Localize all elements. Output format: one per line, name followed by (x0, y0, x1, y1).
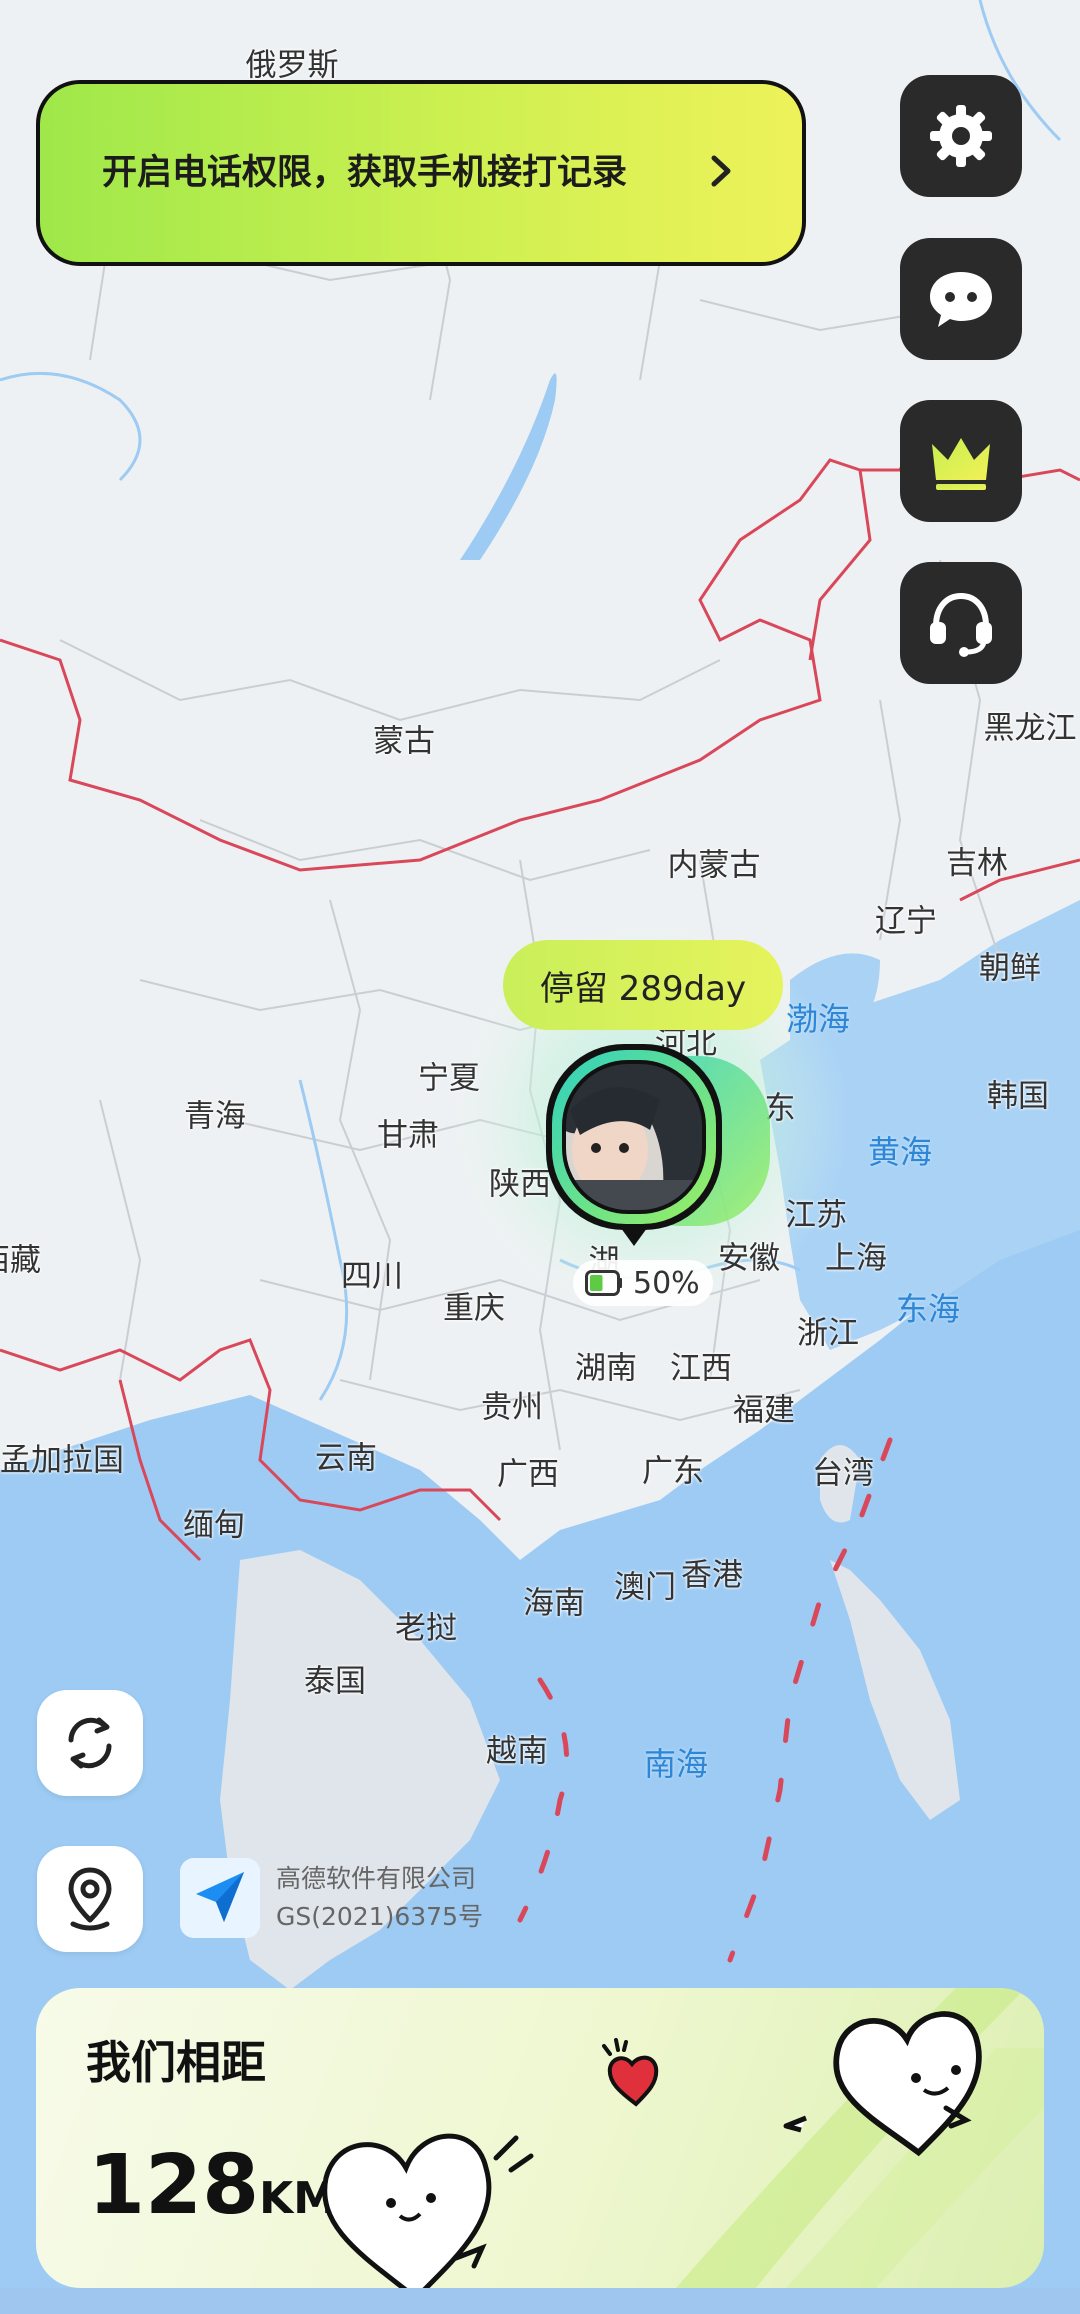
map-label-fujian: 福建 (733, 1392, 795, 1429)
distance-card: 我们相距 128KM (36, 1988, 1044, 2288)
map-label-macau: 澳门 (614, 1569, 676, 1606)
map-label-east-sea: 东海 (895, 1290, 961, 1328)
map-label-south-korea: 韩国 (987, 1078, 1049, 1115)
phone-permission-banner[interactable]: 开启电话权限，获取手机接打记录 (36, 80, 806, 266)
map-label-vietnam: 越南 (486, 1733, 548, 1770)
map-label-myanmar: 缅甸 (183, 1507, 245, 1544)
bottom-map-edge (0, 2288, 1080, 2314)
map-label-qinghai: 青海 (184, 1098, 246, 1135)
map-label-liaoning: 辽宁 (875, 903, 937, 940)
attribution-company: 高德软件有限公司 (276, 1864, 477, 1893)
map-label-taiwan: 台湾 (812, 1455, 874, 1492)
map-label-guizhou: 贵州 (481, 1389, 543, 1426)
distance-title: 我们相距 (86, 2036, 267, 2089)
map-label-bangladesh: 孟加拉国 (0, 1442, 124, 1479)
map-label-inner-mongolia: 内蒙古 (667, 847, 761, 884)
stay-duration-text: 停留 289day (539, 968, 747, 1009)
map-label-jiangxi: 江西 (670, 1350, 732, 1387)
customer-support-button[interactable] (900, 562, 1022, 684)
distance-value: 128 (88, 2138, 260, 2233)
settings-button[interactable] (900, 75, 1022, 197)
map-label-north-korea: 朝鲜 (979, 950, 1041, 987)
map-label-tibet: 西藏 (0, 1242, 41, 1279)
map-label-mongolia: 蒙古 (373, 723, 435, 760)
map-attribution: 高德软件有限公司 GS(2021)6375号 (276, 1860, 483, 1936)
chat-bubble-icon (930, 272, 992, 327)
chevron-right-icon (711, 155, 731, 187)
map-label-shanghai: 上海 (825, 1240, 887, 1277)
small-heart-icon (602, 2038, 659, 2107)
refresh-icon (68, 1717, 112, 1769)
map-label-hunan: 湖南 (575, 1350, 637, 1387)
location-pin-icon (68, 1867, 112, 1931)
amap-logo-icon (180, 1858, 260, 1938)
locate-button[interactable] (37, 1846, 143, 1952)
map-label-zhejiang: 浙江 (797, 1315, 859, 1352)
map-label-ningxia: 宁夏 (418, 1060, 480, 1097)
map-label-jiangsu: 江苏 (785, 1197, 847, 1234)
battery-icon (585, 1270, 622, 1296)
vip-button[interactable] (900, 400, 1022, 522)
partner-location-marker[interactable] (540, 1040, 780, 1270)
distance-value-row: 128KM (88, 2138, 337, 2233)
map-label-chongqing: 重庆 (443, 1290, 505, 1327)
heart-character-right-icon (783, 2011, 982, 2157)
map-label-hongkong: 香港 (681, 1557, 743, 1594)
map-label-heilongjiang: 黑龙江 (983, 710, 1077, 747)
banner-text: 开启电话权限，获取手机接打记录 (102, 153, 628, 193)
avatar (564, 1062, 704, 1212)
map-label-guangxi: 广西 (497, 1456, 559, 1493)
map-label-thailand: 泰国 (304, 1663, 366, 1700)
marker-pointer (618, 1224, 650, 1246)
chat-button[interactable] (900, 238, 1022, 360)
map-label-gansu: 甘肃 (377, 1117, 439, 1154)
map-label-yellow-sea: 黄海 (867, 1133, 933, 1171)
map-label-jilin: 吉林 (946, 845, 1008, 882)
map-label-guangdong: 广东 (642, 1453, 704, 1490)
map-label-sichuan: 四川 (341, 1258, 403, 1295)
map-label-yunnan: 云南 (315, 1440, 377, 1477)
map-label-hainan: 海南 (523, 1585, 585, 1622)
battery-percent: 50% (633, 1265, 700, 1301)
headset-icon (930, 592, 992, 657)
map-label-bohai: 渤海 (785, 1000, 851, 1038)
attribution-license: GS(2021)6375号 (276, 1902, 483, 1931)
crown-icon (932, 438, 990, 490)
refresh-button[interactable] (37, 1690, 143, 1796)
battery-indicator: 50% (573, 1260, 713, 1306)
map-label-laos: 老挝 (395, 1610, 457, 1647)
map-label-russia: 俄罗斯 (245, 47, 339, 84)
map-label-south-sea: 南海 (643, 1745, 709, 1783)
stay-duration-pill: 停留 289day (503, 940, 783, 1030)
heart-character-left-icon (322, 2133, 534, 2288)
gear-icon (930, 105, 992, 167)
